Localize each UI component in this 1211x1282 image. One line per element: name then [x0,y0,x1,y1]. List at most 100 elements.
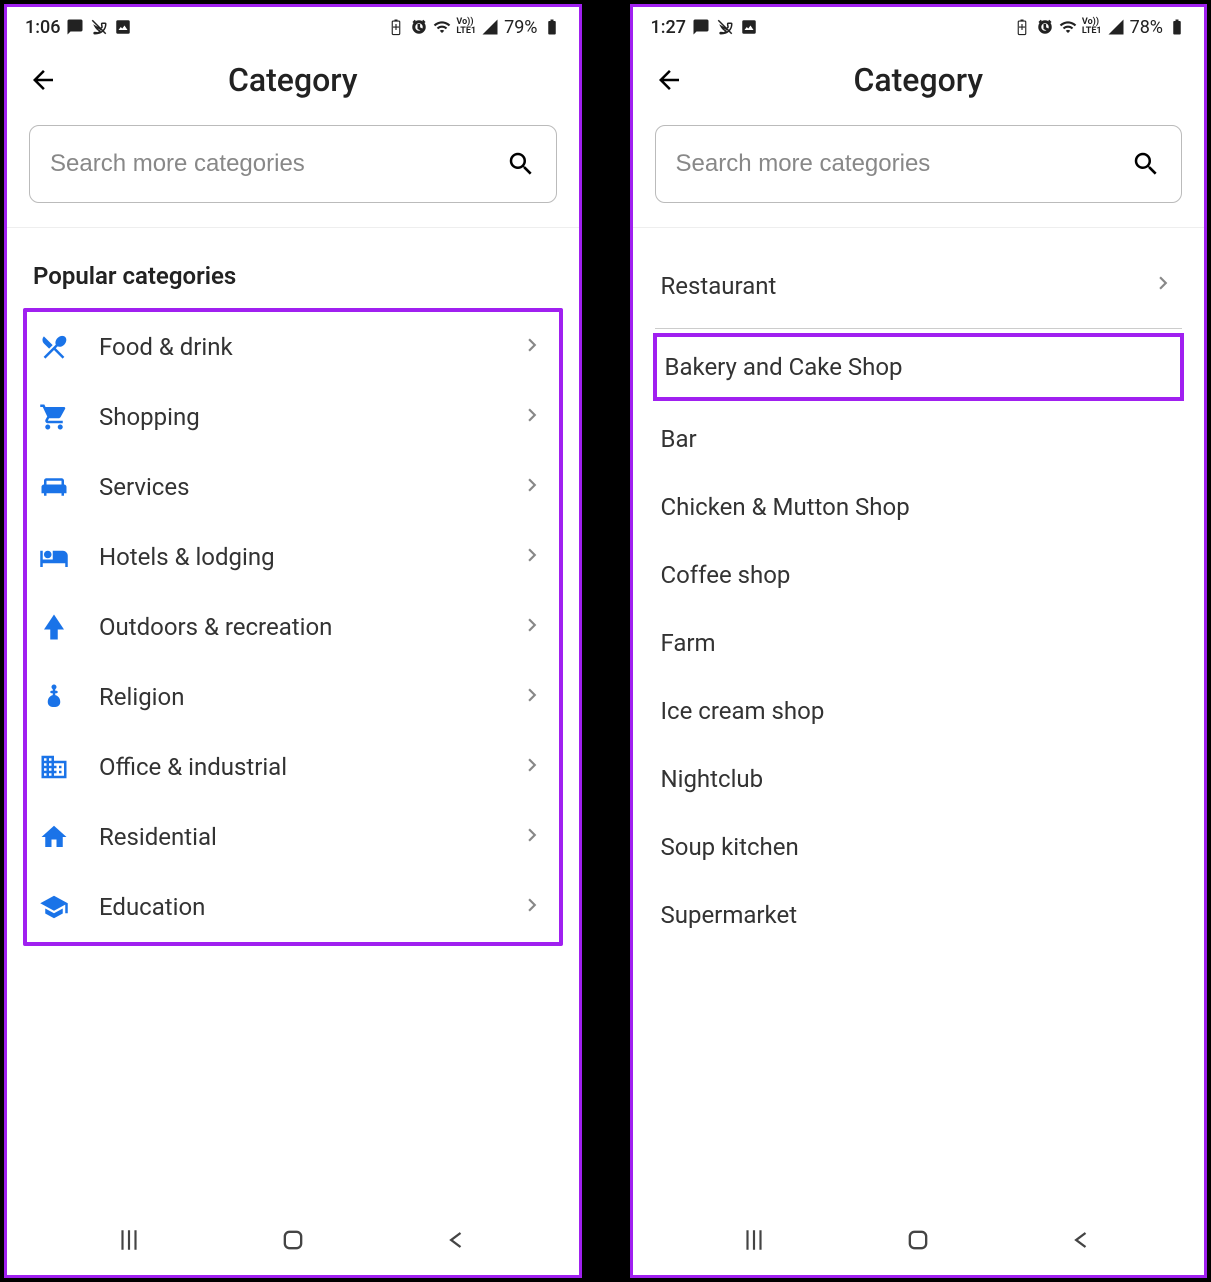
subcategory-label: Coffee shop [661,561,791,589]
nav-home-button[interactable] [893,1226,943,1254]
app-bar: Category [7,47,579,125]
nav-recent-button[interactable] [729,1226,779,1254]
category-item-food[interactable]: Food & drink [27,312,559,382]
subcategory-label: Restaurant [661,272,777,300]
category-item-services[interactable]: Services [27,452,559,522]
subcategory-item[interactable]: Supermarket [655,881,1183,949]
nav-back-icon [1068,1226,1096,1254]
chevron-right-icon [519,332,545,362]
subcategory-item[interactable]: Soup kitchen [655,813,1183,881]
battery-icon [543,18,561,36]
category-label: Office & industrial [99,753,519,781]
chat-icon [692,18,710,36]
outdoors-icon [37,610,71,644]
battery-saver-icon [387,18,405,36]
subcategory-item[interactable]: Bakery and Cake Shop [653,333,1185,401]
wifi-icon [433,18,451,36]
category-item-hotel[interactable]: Hotels & lodging [27,522,559,592]
subcategory-item[interactable]: Ice cream shop [655,677,1183,745]
phone-right: 1:27 Vo))LTE1 78% Category [630,4,1208,1278]
phone-left: 1:06 Vo))LTE1 79% Category [4,4,582,1278]
volte-icon: Vo))LTE1 [1082,18,1102,36]
status-time: 1:27 [651,17,686,38]
education-icon [37,890,71,924]
content-area: Popular categories Food & drink Shopping… [7,228,579,1205]
subcategory-label: Supermarket [661,901,798,929]
subcategory-item[interactable]: Farm [655,609,1183,677]
category-item-outdoors[interactable]: Outdoors & recreation [27,592,559,662]
subcategory-label: Soup kitchen [661,833,799,861]
search-box[interactable] [29,125,557,203]
nav-bar [633,1205,1205,1275]
category-item-education[interactable]: Education [27,872,559,942]
category-list: Food & drink Shopping Services Hotels & … [27,312,559,942]
home-icon [904,1226,932,1254]
services-icon [37,470,71,504]
search-box[interactable] [655,125,1183,203]
subcategory-item[interactable]: Bar [655,405,1183,473]
back-arrow-icon [28,65,58,95]
volte-icon: Vo))LTE1 [456,18,476,36]
status-time: 1:06 [25,17,60,38]
subcategory-label: Bar [661,425,697,453]
chevron-right-icon [519,612,545,642]
page-title: Category [687,61,1151,99]
page-title: Category [61,61,525,99]
category-item-religion[interactable]: Religion [27,662,559,732]
search-input[interactable] [50,150,506,178]
subcategory-item[interactable]: Chicken & Mutton Shop [655,473,1183,541]
subcategory-label: Chicken & Mutton Shop [661,493,910,521]
category-label: Hotels & lodging [99,543,519,571]
subcategory-list: Restaurant Bakery and Cake Shop Bar Chicke… [633,240,1205,959]
signal-icon [1107,18,1125,36]
chevron-right-icon [519,542,545,572]
nav-back-button[interactable] [1057,1226,1107,1254]
nav-bar [7,1205,579,1275]
chevron-right-icon [519,402,545,432]
category-item-shopping[interactable]: Shopping [27,382,559,452]
office-icon [37,750,71,784]
subcategory-label: Nightclub [661,765,764,793]
food-icon [37,330,71,364]
signal-icon [481,18,499,36]
battery-percent: 78% [1130,17,1163,38]
category-label: Services [99,473,519,501]
search-input[interactable] [676,150,1132,178]
search-icon [506,149,536,179]
nav-home-button[interactable] [268,1226,318,1254]
wifi-icon [1059,18,1077,36]
shopping-icon [37,400,71,434]
category-item-office[interactable]: Office & industrial [27,732,559,802]
chevron-right-icon [519,682,545,712]
section-title: Popular categories [7,240,579,300]
search-section [633,125,1205,228]
back-button[interactable] [651,62,687,98]
missed-call-icon [716,18,734,36]
recent-icon [741,1227,767,1253]
subcategory-label: Bakery and Cake Shop [665,353,903,381]
nav-back-icon [443,1226,471,1254]
content-area: Restaurant Bakery and Cake Shop Bar Chicke… [633,228,1205,1205]
subcategory-item[interactable]: Coffee shop [655,541,1183,609]
alarm-icon [1036,18,1054,36]
nav-back-button[interactable] [432,1226,482,1254]
chevron-right-icon [1150,270,1176,302]
subcategory-label: Farm [661,629,716,657]
subcategory-item[interactable]: Nightclub [655,745,1183,813]
category-label: Food & drink [99,333,519,361]
subcategory-item[interactable]: Restaurant [655,250,1183,329]
chevron-right-icon [519,892,545,922]
status-bar: 1:27 Vo))LTE1 78% [633,7,1205,47]
image-icon [740,18,758,36]
app-bar: Category [633,47,1205,125]
nav-recent-button[interactable] [104,1226,154,1254]
search-section [7,125,579,228]
popular-categories-highlight: Food & drink Shopping Services Hotels & … [23,308,563,946]
back-button[interactable] [25,62,61,98]
battery-icon [1168,18,1186,36]
missed-call-icon [90,18,108,36]
category-item-home[interactable]: Residential [27,802,559,872]
category-label: Residential [99,823,519,851]
back-arrow-icon [654,65,684,95]
alarm-icon [410,18,428,36]
